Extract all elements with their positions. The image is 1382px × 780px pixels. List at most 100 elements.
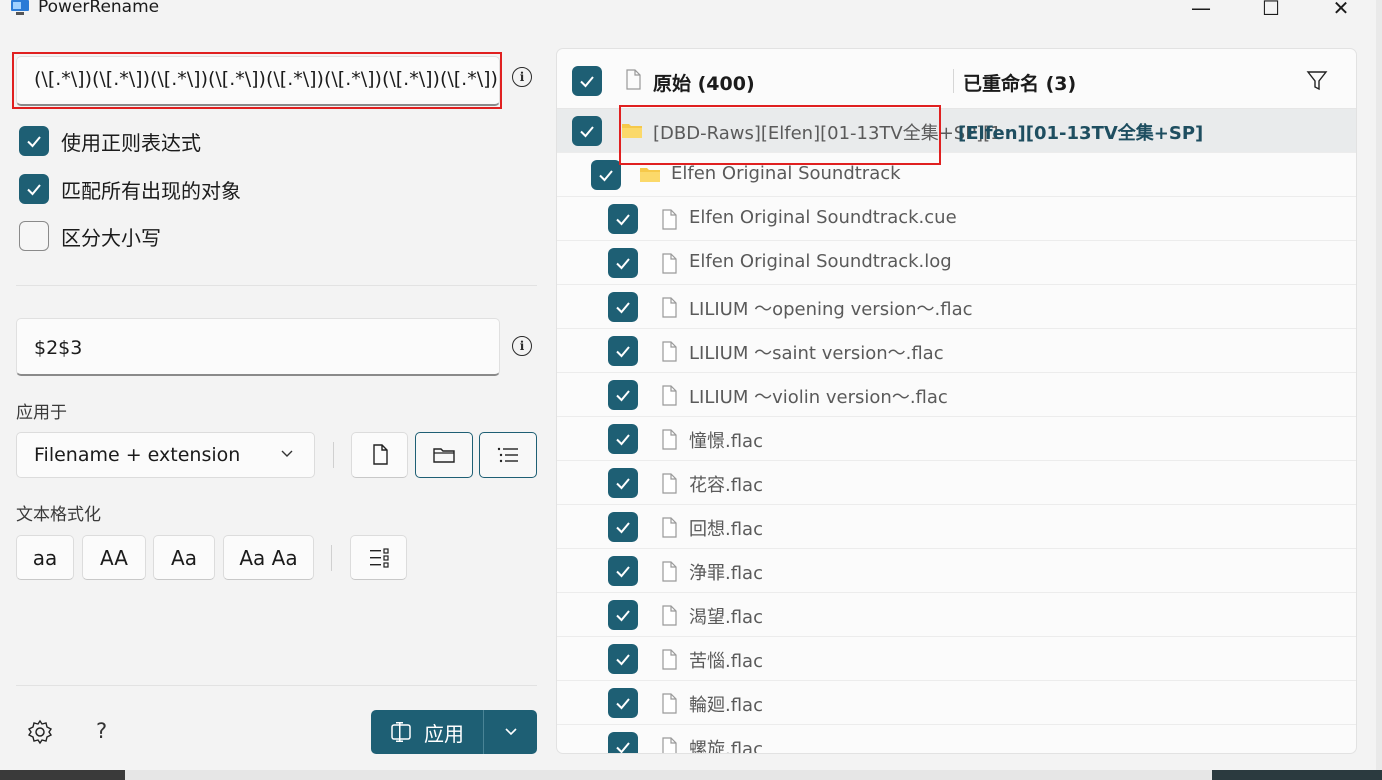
file-icon	[662, 209, 677, 230]
use-regex-option[interactable]: 使用正则表达式	[19, 126, 201, 156]
uppercase-button[interactable]: AA	[82, 535, 146, 580]
file-row[interactable]: 渴望.flac	[557, 593, 1356, 637]
original-name: 渴望.flac	[689, 607, 763, 628]
include-folders-button[interactable]	[415, 432, 473, 478]
row-checkbox[interactable]	[608, 204, 638, 234]
replace-info-icon[interactable]: i	[512, 336, 532, 356]
apply-to-label: 应用于	[16, 403, 67, 423]
file-row[interactable]: LILIUM ～violin version～.flac	[557, 373, 1356, 417]
file-row[interactable]: 浄罪.flac	[557, 549, 1356, 593]
file-icon	[659, 385, 679, 407]
list-icon	[497, 447, 518, 463]
row-checkbox[interactable]	[608, 336, 638, 366]
folder-icon	[622, 124, 642, 138]
chevron-down-icon	[504, 728, 517, 736]
replace-input[interactable]: $2$3	[16, 318, 500, 376]
row-checkbox[interactable]	[608, 688, 638, 718]
file-list-panel: 原始 (400) 已重命名 (3) [DBD-Raws][Elfen][01-1…	[556, 48, 1357, 754]
file-row[interactable]: Elfen Original Soundtrack.cue	[557, 197, 1356, 241]
settings-gear-icon[interactable]	[27, 719, 53, 745]
checkmark-icon	[616, 654, 630, 666]
capitalize-each-word-button[interactable]: Aa Aa	[223, 535, 314, 580]
folder-row[interactable]: [DBD-Raws][Elfen][01-13TV全集+SP][1 [Elfen]…	[557, 109, 1356, 153]
separator	[331, 545, 332, 571]
original-name: Elfen Original Soundtrack.cue	[689, 207, 957, 228]
file-row[interactable]: 螺旋.flac	[557, 725, 1356, 754]
row-checkbox[interactable]	[608, 248, 638, 278]
enumerate-items-button[interactable]	[350, 535, 407, 580]
case-sensitive-label: 区分大小写	[61, 225, 161, 250]
file-row[interactable]: 苦惱.flac	[557, 637, 1356, 681]
powerrename-app-icon	[11, 0, 29, 15]
title-bar: PowerRename — ☐ ✕	[0, 0, 1376, 22]
renamed-header: 已重命名 (3)	[963, 73, 1077, 95]
folder-row[interactable]: Elfen Original Soundtrack	[557, 153, 1356, 197]
row-checkbox[interactable]	[608, 556, 638, 586]
taskbar-strip	[0, 770, 1382, 780]
case-sensitive-checkbox[interactable]	[19, 221, 49, 251]
original-name: LILIUM ～opening version～.flac	[689, 299, 973, 320]
row-checkbox[interactable]	[572, 116, 602, 146]
row-checkbox[interactable]	[591, 160, 621, 190]
original-name: 螺旋.flac	[689, 739, 763, 754]
help-button[interactable]: ?	[96, 719, 107, 743]
file-icon	[659, 517, 679, 539]
row-checkbox[interactable]	[608, 468, 638, 498]
powerrename-window: PowerRename — ☐ ✕ (\[.*\])(\[.*\])(\[.*\…	[0, 0, 1376, 770]
file-row[interactable]: LILIUM ～opening version～.flac	[557, 285, 1356, 329]
file-icon	[662, 737, 677, 753]
file-icon	[659, 649, 679, 671]
use-regex-checkbox[interactable]	[19, 126, 49, 156]
row-checkbox[interactable]	[608, 732, 638, 753]
include-files-button[interactable]	[351, 432, 408, 478]
search-info-icon[interactable]: i	[512, 67, 532, 87]
file-icon	[659, 473, 679, 495]
minimize-button[interactable]: —	[1178, 0, 1224, 22]
select-all-checkbox[interactable]	[572, 66, 602, 96]
file-row[interactable]: LILIUM ～saint version～.flac	[557, 329, 1356, 373]
apply-button[interactable]: 应用	[371, 710, 483, 754]
titlecase-button[interactable]: Aa	[153, 535, 215, 580]
text-format-label: 文本格式化	[16, 505, 101, 525]
divider	[16, 685, 537, 686]
use-regex-label: 使用正则表达式	[61, 130, 201, 155]
lowercase-button[interactable]: aa	[16, 535, 74, 580]
row-checkbox[interactable]	[608, 380, 638, 410]
file-row[interactable]: 花容.flac	[557, 461, 1356, 505]
file-row[interactable]: Elfen Original Soundtrack.log	[557, 241, 1356, 285]
file-icon	[659, 253, 679, 275]
file-icon	[372, 444, 388, 465]
apply-options-dropdown[interactable]	[484, 710, 537, 754]
row-checkbox[interactable]	[608, 292, 638, 322]
list-header: 原始 (400) 已重命名 (3)	[557, 49, 1356, 109]
file-icon	[659, 209, 679, 231]
file-row[interactable]: 憧憬.flac	[557, 417, 1356, 461]
row-checkbox[interactable]	[608, 512, 638, 542]
filter-icon[interactable]	[1306, 70, 1328, 92]
file-icon	[659, 341, 679, 363]
file-icon	[662, 605, 677, 626]
row-checkbox[interactable]	[608, 644, 638, 674]
case-sensitive-option[interactable]: 区分大小写	[19, 221, 161, 251]
maximize-button[interactable]: ☐	[1248, 0, 1294, 22]
match-all-option[interactable]: 匹配所有出现的对象	[19, 174, 241, 204]
checkmark-icon	[616, 302, 630, 314]
original-name: 苦惱.flac	[689, 651, 763, 672]
checkmark-icon	[616, 434, 630, 446]
file-icon	[626, 69, 641, 90]
header-separator	[953, 69, 954, 93]
row-checkbox[interactable]	[608, 600, 638, 630]
close-button[interactable]: ✕	[1318, 0, 1364, 22]
search-input[interactable]: (\[.*\])(\[.*\])(\[.*\])(\[.*\])(\[.*\])…	[16, 56, 500, 106]
include-subfolders-button[interactable]	[479, 432, 537, 478]
original-name: 輪廻.flac	[689, 695, 763, 716]
row-checkbox[interactable]	[608, 424, 638, 454]
background-window-edge	[1376, 0, 1382, 770]
original-name: 回想.flac	[689, 519, 763, 540]
apply-to-dropdown[interactable]: Filename + extension	[16, 432, 315, 478]
file-icon	[659, 297, 679, 319]
file-row[interactable]: 輪廻.flac	[557, 681, 1356, 725]
match-all-checkbox[interactable]	[19, 174, 49, 204]
file-row[interactable]: 回想.flac	[557, 505, 1356, 549]
file-icon	[662, 517, 677, 538]
